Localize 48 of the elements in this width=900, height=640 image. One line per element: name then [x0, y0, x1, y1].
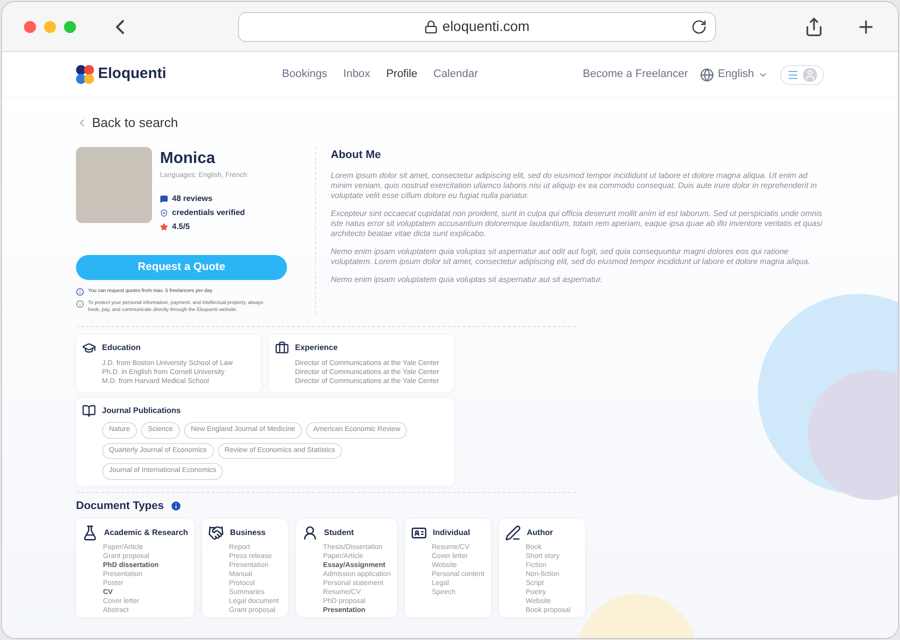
reviews-link[interactable]: 48 reviews: [172, 193, 212, 205]
graduation-cap-icon: [82, 341, 96, 355]
star-icon: [160, 223, 168, 231]
card-title: Student: [324, 527, 354, 539]
language-selector[interactable]: English: [700, 66, 768, 83]
flask-icon: [82, 525, 98, 541]
nav-link[interactable]: Calendar: [433, 66, 478, 83]
card-title: Individual: [432, 527, 470, 539]
nav-link[interactable]: Bookings: [282, 66, 328, 83]
about-paragraph: Lorem ipsum dolor sit amet, consectetur adipiscing elit, sed do eiusmod tempor incididunt ut labore et dolore magna aliqua. Ut enim ad minim veniam, quis nostrud exercitation ullamco laboris nisi ut aliquip ex ea commodo consequat. Duis aute irure dolor in reprehenderit in voluptate velit esse cillum dolore eu fugiat nulla pariatur.: [330, 171, 818, 201]
card-title: Journal Publications: [102, 405, 181, 417]
card-title: Experience: [295, 342, 338, 354]
become-freelancer-link[interactable]: Become a Freelancer: [582, 66, 688, 83]
globe-icon: [700, 68, 714, 82]
about-paragraph: Nemo enim ipsam voluptatem quia voluptas sit aspernatur aut odit aut fugit, sed quia consequuntur magni dolores eos qui ratione voluptatem. Lorem ipsum dolor sit amet, consectetur adipiscing elit, sed do eiusmod tempor incididunt ut labore et dolore magna aliqua.: [330, 247, 812, 267]
about-paragraph: Excepteur sint occaecat cupidatat non proident, sunt in culpa qui officia deserunt mollit anim id est laborum. Sed ut perspiciatis unde omnis iste natus error sit voluptatem accusantium doloremque laudantium, totam rem aperiam, eaque ipsa quae ab illo inventore veritatis et quasi architecto beatae vitae dicta sunt explicabo.: [330, 209, 824, 239]
verified-text: credentials verified: [172, 207, 245, 219]
nav-link[interactable]: Inbox: [343, 66, 370, 83]
about-paragraph: Nemo enim ipsam voluptatem quia voluptas sit aspernatur aut sit aspernatur.: [330, 275, 604, 285]
shield-icon: [160, 209, 168, 217]
profile-name: Monica: [160, 148, 216, 168]
info-icon: [170, 500, 182, 512]
section-title: Document Types: [76, 498, 164, 514]
briefcase-icon: [275, 341, 289, 355]
card-title: Academic & Research: [104, 527, 188, 539]
rating-text: 4.5/5: [172, 221, 190, 233]
chat-icon: [160, 195, 168, 203]
logo-text[interactable]: Eloquenti: [98, 63, 166, 86]
handshake-icon: [208, 525, 224, 541]
pen-icon: [504, 525, 521, 541]
share-icon[interactable]: [804, 16, 824, 36]
address-bar[interactable]: eloquenti.com: [238, 12, 716, 42]
reload-icon[interactable]: [691, 18, 707, 34]
lock-icon: [424, 20, 438, 34]
avatar-icon: [803, 68, 817, 82]
menu-icon: [787, 68, 799, 80]
info-icon: [76, 300, 84, 308]
nav-link[interactable]: Profile: [386, 66, 418, 83]
book-icon: [82, 404, 96, 418]
card-title: Business: [230, 527, 266, 539]
card-title: Education: [102, 342, 141, 354]
id-card-icon: [410, 525, 427, 541]
card-title: Author: [526, 527, 553, 539]
logo-icon: [76, 64, 94, 84]
person-icon: [302, 525, 318, 541]
info-icon: [76, 288, 84, 296]
back-link[interactable]: Back to search: [76, 113, 178, 132]
about-title: About Me: [330, 148, 382, 162]
